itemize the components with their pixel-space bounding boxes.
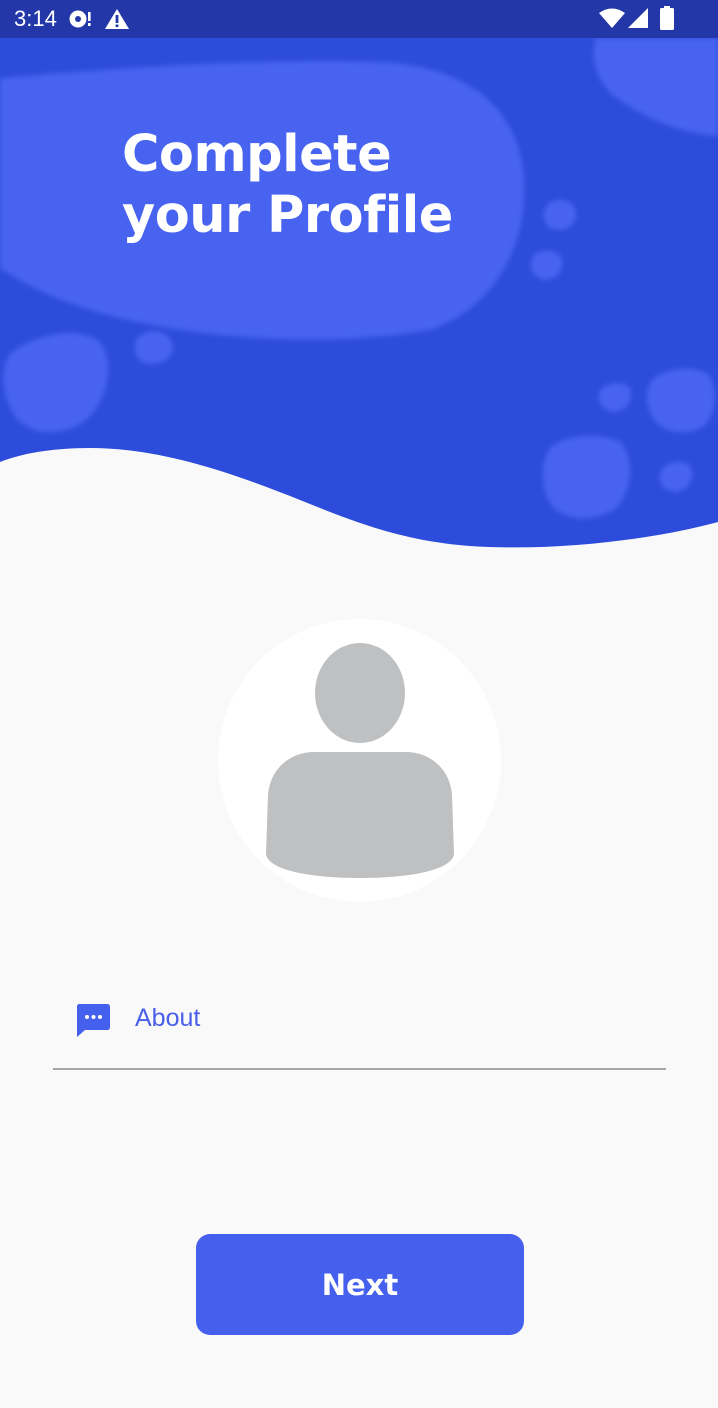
chat-bubble-icon: [77, 1004, 110, 1037]
status-bar: 3:14: [0, 0, 718, 38]
about-field[interactable]: About: [53, 984, 666, 1070]
status-time: 3:14: [14, 6, 57, 31]
page-title-line-1: Complete: [122, 125, 392, 184]
cast-icon: [69, 10, 91, 28]
page-title: Complete your Profile: [122, 124, 622, 246]
about-placeholder: About: [135, 1004, 201, 1032]
alert-icon: [105, 9, 129, 29]
person-icon: [266, 643, 454, 878]
wifi-icon: [599, 8, 625, 28]
page-title-line-2: your Profile: [122, 186, 453, 245]
header-background: [0, 38, 718, 548]
battery-icon: [660, 6, 674, 30]
profile-avatar[interactable]: [218, 619, 501, 902]
next-button[interactable]: Next: [196, 1234, 524, 1335]
cellular-signal-icon: [628, 8, 648, 28]
